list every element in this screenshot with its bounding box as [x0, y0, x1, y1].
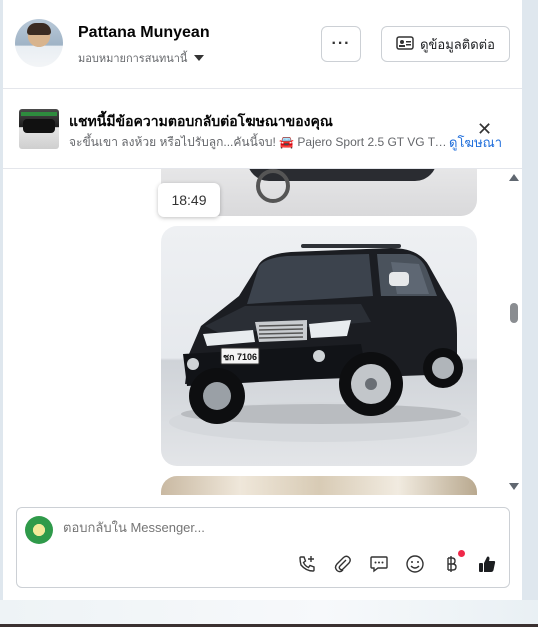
view-contact-label: ดูข้อมูลติดต่อ	[420, 36, 495, 52]
close-icon[interactable]: ✕	[477, 119, 492, 140]
call-add-icon[interactable]	[295, 552, 319, 576]
car-image: ชก 7106	[169, 244, 469, 442]
contact-name[interactable]: Pattana Munyean	[78, 24, 210, 42]
like-icon[interactable]	[475, 552, 499, 576]
message-list[interactable]: 18:49 ชก 7106	[3, 169, 522, 495]
message-timestamp: 18:49	[158, 183, 220, 217]
scrollbar-thumb[interactable]	[510, 303, 518, 323]
chat-header: Pattana Munyean มอบหมายการสนทนานี้ ··· ด…	[3, 0, 522, 89]
view-ad-link[interactable]: ดูโฆษณา	[449, 132, 502, 153]
scroll-down-arrow-icon[interactable]	[509, 483, 519, 490]
assign-conversation-dropdown[interactable]: มอบหมายการสนทนานี้	[78, 49, 205, 67]
scroll-up-arrow-icon[interactable]	[509, 174, 519, 181]
car-interior-photo-message[interactable]	[161, 476, 477, 495]
caret-down-icon	[194, 55, 205, 61]
saved-reply-icon[interactable]	[367, 552, 391, 576]
assign-label: มอบหมายการสนทนานี้	[78, 53, 188, 65]
more-options-button[interactable]: ···	[321, 26, 361, 62]
view-contact-button[interactable]: ดูข้อมูลติดต่อ	[381, 26, 510, 62]
page-avatar	[25, 516, 53, 544]
reply-input[interactable]	[63, 520, 483, 535]
ad-banner-description: จะขึ้นเขา ลงห้วย หรือไปรับลูก...คันนี้จบ…	[69, 135, 447, 149]
car-photo-message[interactable]: ชก 7106	[161, 226, 477, 466]
ad-banner-title: แชทนี้มีข้อความตอบกลับต่อโฆษณาของคุณ	[69, 113, 333, 129]
baht-icon[interactable]	[439, 550, 465, 576]
message-composer	[16, 507, 510, 588]
ad-thumbnail[interactable]	[19, 109, 59, 149]
contact-card-icon	[396, 35, 414, 53]
chat-panel: Pattana Munyean มอบหมายการสนทนานี้ ··· ด…	[3, 0, 522, 600]
page-background	[0, 600, 538, 627]
notification-dot	[458, 550, 465, 557]
composer-toolbar	[295, 550, 499, 576]
emoji-icon[interactable]	[403, 552, 427, 576]
more-icon: ···	[331, 35, 351, 52]
license-plate: ชก 7106	[223, 352, 257, 362]
ad-reply-banner: แชทนี้มีข้อความตอบกลับต่อโฆษณาของคุณ จะข…	[3, 89, 522, 169]
paperclip-icon[interactable]	[331, 552, 355, 576]
avatar[interactable]	[15, 19, 63, 67]
